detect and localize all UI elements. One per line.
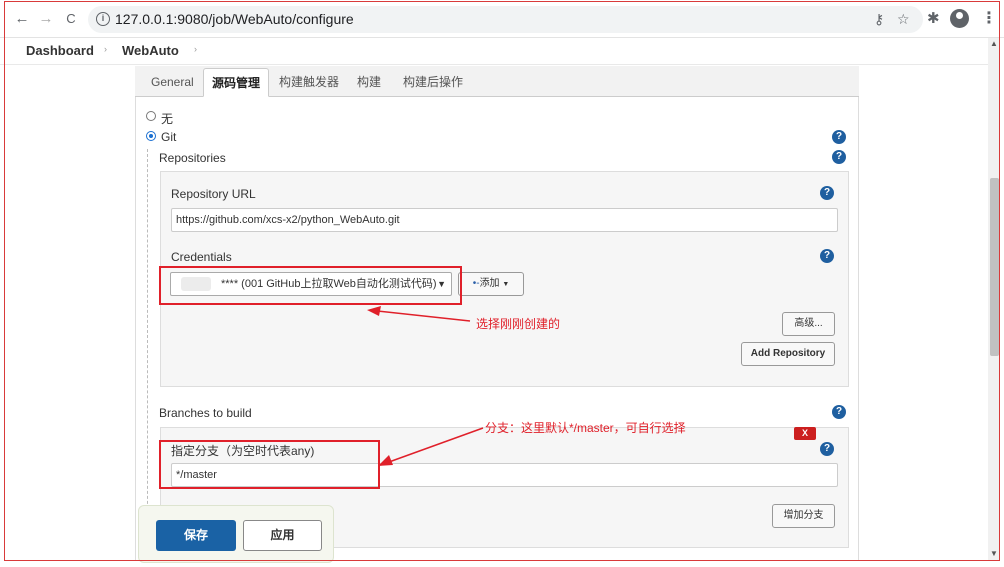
chevron-down-icon: ▼ bbox=[502, 281, 510, 288]
help-icon[interactable]: ? bbox=[820, 442, 834, 456]
extensions-icon[interactable]: ✱ bbox=[927, 9, 940, 27]
annotation-arrow bbox=[367, 306, 471, 322]
repository-url-input[interactable]: https://github.com/xcs-x2/python_WebAuto… bbox=[171, 208, 838, 232]
add-branch-button[interactable]: 增加分支 bbox=[772, 504, 835, 528]
help-icon[interactable]: ? bbox=[832, 405, 846, 419]
repositories-label: Repositories bbox=[159, 151, 226, 165]
apply-button[interactable]: 应用 bbox=[243, 520, 322, 551]
annotation-arrow bbox=[378, 427, 484, 466]
info-icon[interactable]: i bbox=[96, 12, 110, 26]
section-divider bbox=[147, 149, 148, 519]
browser-menu-icon[interactable]: ⋮ bbox=[981, 8, 997, 28]
scm-none-radio[interactable] bbox=[146, 111, 156, 121]
repository-url-label: Repository URL bbox=[171, 187, 256, 201]
tab-scm[interactable]: 源码管理 bbox=[203, 68, 270, 97]
add-credentials-button[interactable]: •-添加 ▼ bbox=[458, 272, 524, 296]
credentials-highlight bbox=[159, 266, 462, 305]
scm-git-radio[interactable] bbox=[146, 131, 156, 141]
key-icon[interactable]: ⚷ bbox=[874, 11, 884, 28]
breadcrumb-separator-icon[interactable]: › bbox=[104, 44, 107, 54]
reload-icon[interactable]: C bbox=[61, 9, 81, 29]
tab-build[interactable]: 构建 bbox=[349, 68, 389, 97]
config-tabs: General 源码管理 构建触发器 构建 构建后操作 bbox=[135, 66, 859, 97]
scm-git-label: Git bbox=[161, 130, 177, 144]
address-bar[interactable]: i 127.0.0.1:9080/job/WebAuto/configure ⚷… bbox=[88, 6, 923, 33]
advanced-button[interactable]: 高级... bbox=[782, 312, 835, 336]
help-icon[interactable]: ? bbox=[832, 130, 846, 144]
breadcrumb-webauto[interactable]: WebAuto bbox=[122, 43, 179, 58]
add-credentials-label: 添加 bbox=[479, 278, 500, 289]
profile-avatar-icon[interactable] bbox=[950, 9, 969, 28]
breadcrumb: Dashboard › WebAuto › bbox=[0, 38, 990, 65]
credentials-label: Credentials bbox=[171, 250, 232, 264]
annotation-credentials: 选择刚刚创建的 bbox=[476, 317, 561, 331]
breadcrumb-separator-icon[interactable]: › bbox=[194, 44, 197, 54]
url-text[interactable]: 127.0.0.1:9080/job/WebAuto/configure bbox=[115, 11, 354, 27]
back-icon[interactable]: ← bbox=[12, 9, 32, 29]
save-button[interactable]: 保存 bbox=[156, 520, 236, 551]
browser-window: ← → C i 127.0.0.1:9080/job/WebAuto/confi… bbox=[0, 0, 1004, 567]
tab-post-build[interactable]: 构建后操作 bbox=[395, 68, 471, 97]
help-icon[interactable]: ? bbox=[820, 249, 834, 263]
add-repository-button[interactable]: Add Repository bbox=[741, 342, 835, 366]
branches-label: Branches to build bbox=[159, 406, 252, 420]
scm-none-label: 无 bbox=[161, 112, 174, 126]
branch-highlight bbox=[159, 440, 380, 489]
browser-toolbar: ← → C i 127.0.0.1:9080/job/WebAuto/confi… bbox=[0, 0, 1004, 38]
breadcrumb-dashboard[interactable]: Dashboard bbox=[26, 43, 94, 58]
bookmark-star-icon[interactable]: ☆ bbox=[897, 11, 910, 28]
scroll-down-icon[interactable]: ▼ bbox=[990, 549, 998, 558]
tab-general[interactable]: General bbox=[143, 68, 202, 97]
help-icon[interactable]: ? bbox=[820, 186, 834, 200]
forward-icon[interactable]: → bbox=[36, 9, 56, 29]
scrollbar-thumb[interactable] bbox=[990, 178, 999, 356]
key-icon: •- bbox=[472, 278, 480, 289]
scroll-up-icon[interactable]: ▲ bbox=[990, 39, 998, 48]
delete-branch-button[interactable]: X bbox=[794, 427, 816, 440]
tab-triggers[interactable]: 构建触发器 bbox=[271, 68, 347, 97]
annotation-branch: 分支：这里默认*/master，可自行选择 bbox=[485, 421, 686, 435]
help-icon[interactable]: ? bbox=[832, 150, 846, 164]
